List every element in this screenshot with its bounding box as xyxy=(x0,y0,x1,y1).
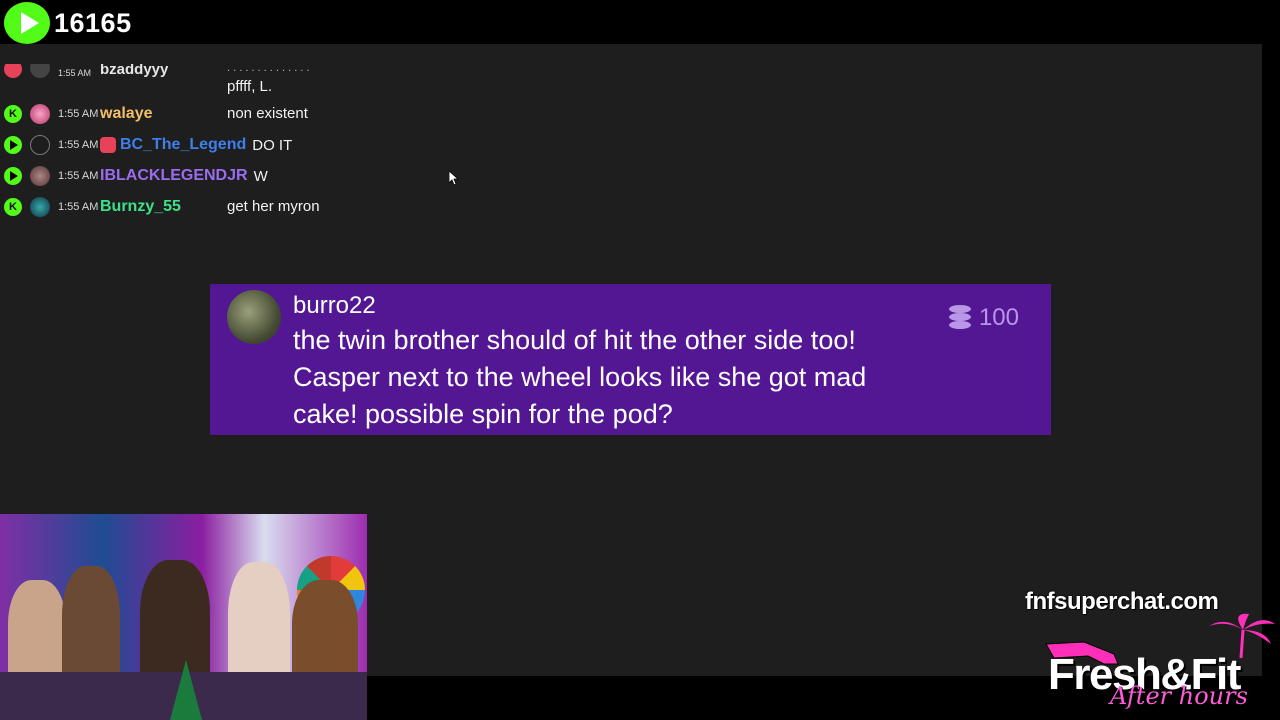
play-icon xyxy=(4,136,22,154)
chat-row: 1:55 AM walaye xyxy=(0,100,152,128)
superchat-username: burro22 xyxy=(293,292,376,319)
default-avatar-icon xyxy=(30,135,50,155)
chat-message: non existent xyxy=(227,105,308,122)
chat-username: BC_The_Legend xyxy=(120,136,247,153)
mouse-cursor-icon xyxy=(449,171,459,185)
chat-message: W xyxy=(253,167,268,185)
platform-icon xyxy=(4,64,22,78)
chat-time: 1:55 AM xyxy=(58,108,99,120)
viewer-count: 16165 xyxy=(54,7,132,38)
chat-username: Burnzy_55 xyxy=(100,198,181,215)
chat-row-partial: 1:55 AM bzaddyyy xyxy=(0,64,168,78)
kick-live-icon xyxy=(4,2,50,44)
top-bar: 16165 xyxy=(0,0,1280,44)
superchat-avatar xyxy=(227,290,281,344)
superchat-amount: 100 xyxy=(948,304,1019,332)
avatar xyxy=(30,166,50,186)
chat-message: get her myron xyxy=(227,198,320,215)
fresh-and-fit-logo: Fresh&Fit After hours xyxy=(1040,613,1280,720)
person xyxy=(228,562,290,690)
chat-dots: . . . . . . . . . . . . . . xyxy=(227,62,310,74)
superchat-amount-value: 100 xyxy=(978,304,1019,331)
chat-time: 1:55 AM xyxy=(58,139,99,151)
site-url: fnfsuperchat.com xyxy=(1025,588,1219,615)
viewer-count-badge: 16165 xyxy=(4,2,132,44)
moderator-badge-icon xyxy=(100,137,116,153)
avatar xyxy=(30,197,50,217)
chat-time: 1:55 AM xyxy=(58,68,92,78)
logo-sub-text: After hours xyxy=(1110,682,1248,710)
stream-overlay: 16165 1:55 AM bzaddyyy . . . . . . . . .… xyxy=(0,0,1280,720)
webcam-video xyxy=(0,514,367,720)
chat-row: 1:55 AM IBLACKLEGENDJR W xyxy=(0,162,268,190)
christmas-tree xyxy=(170,660,202,720)
chat-time: 1:55 AM xyxy=(58,170,99,182)
chat-username: bzaddyyy xyxy=(100,64,169,78)
chat-row: 1:55 AM BC_The_Legend DO IT xyxy=(0,131,292,159)
kick-icon xyxy=(4,198,22,216)
superchat-message: the twin brother should of hit the other… xyxy=(293,325,867,429)
kick-icon xyxy=(4,105,22,123)
chat-row: 1:55 AM Burnzy_55 xyxy=(0,193,181,221)
chat-username: IBLACKLEGENDJR xyxy=(100,167,248,184)
play-icon xyxy=(4,167,22,185)
chat-message: DO IT xyxy=(252,136,293,154)
superchat-card: burro22 the twin brother should of hit t… xyxy=(210,284,1051,435)
chat-username: walaye xyxy=(100,105,153,122)
avatar xyxy=(30,64,50,78)
chat-message: pffff, L. xyxy=(227,78,273,95)
coin-stack-icon xyxy=(948,305,971,331)
avatar xyxy=(30,104,50,124)
chat-time: 1:55 AM xyxy=(58,201,99,213)
